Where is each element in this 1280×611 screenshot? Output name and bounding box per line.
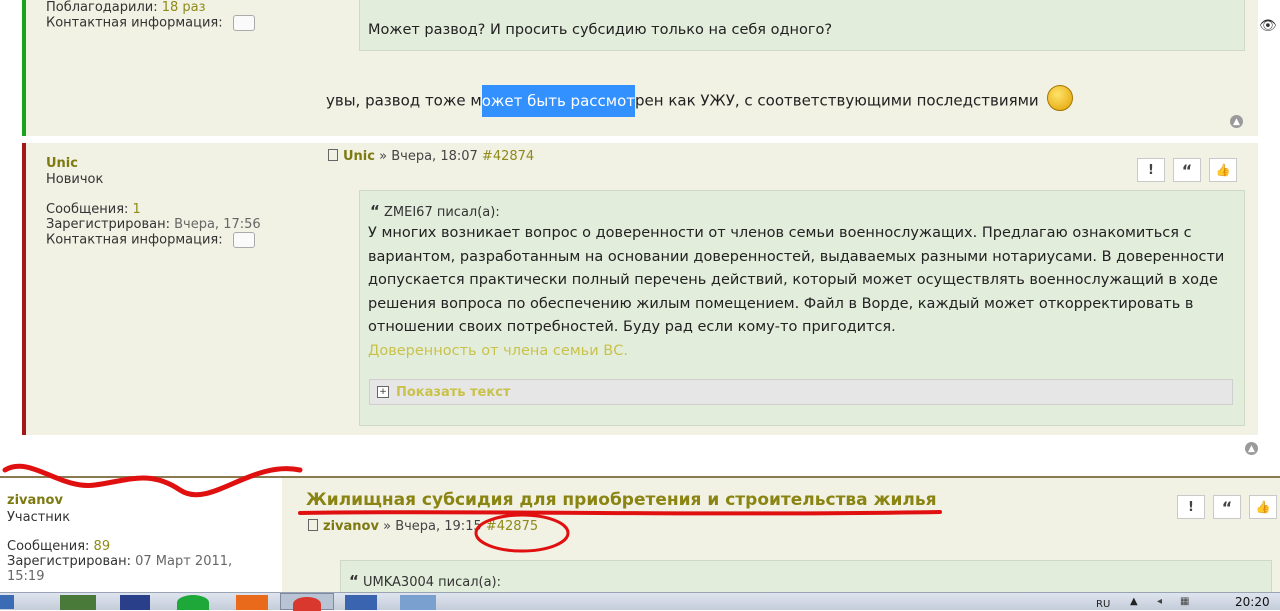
clock[interactable]: 20:20 (1235, 595, 1270, 609)
tray-arrow-icon[interactable]: ▲ (1130, 596, 1138, 607)
volume-icon[interactable]: ◂ (1157, 596, 1162, 607)
app-icon[interactable] (400, 595, 436, 610)
annotation-squiggle (2, 463, 303, 498)
app-icon[interactable] (60, 595, 96, 610)
annotation-circle (474, 513, 570, 553)
annotation-overlay (2, 463, 942, 553)
browser-icon[interactable] (280, 593, 334, 611)
network-icon[interactable]: ▦ (1180, 596, 1189, 607)
taskbar: RU ▲ ◂ ▦ 20:20 (0, 592, 1280, 611)
app-icon[interactable] (177, 595, 209, 610)
app-icon[interactable] (236, 595, 268, 610)
start-button[interactable] (0, 595, 14, 609)
app-icon[interactable] (120, 595, 150, 610)
app-icon[interactable] (345, 595, 377, 610)
annotation-underline (298, 510, 942, 516)
language-indicator[interactable]: RU (1096, 599, 1110, 610)
